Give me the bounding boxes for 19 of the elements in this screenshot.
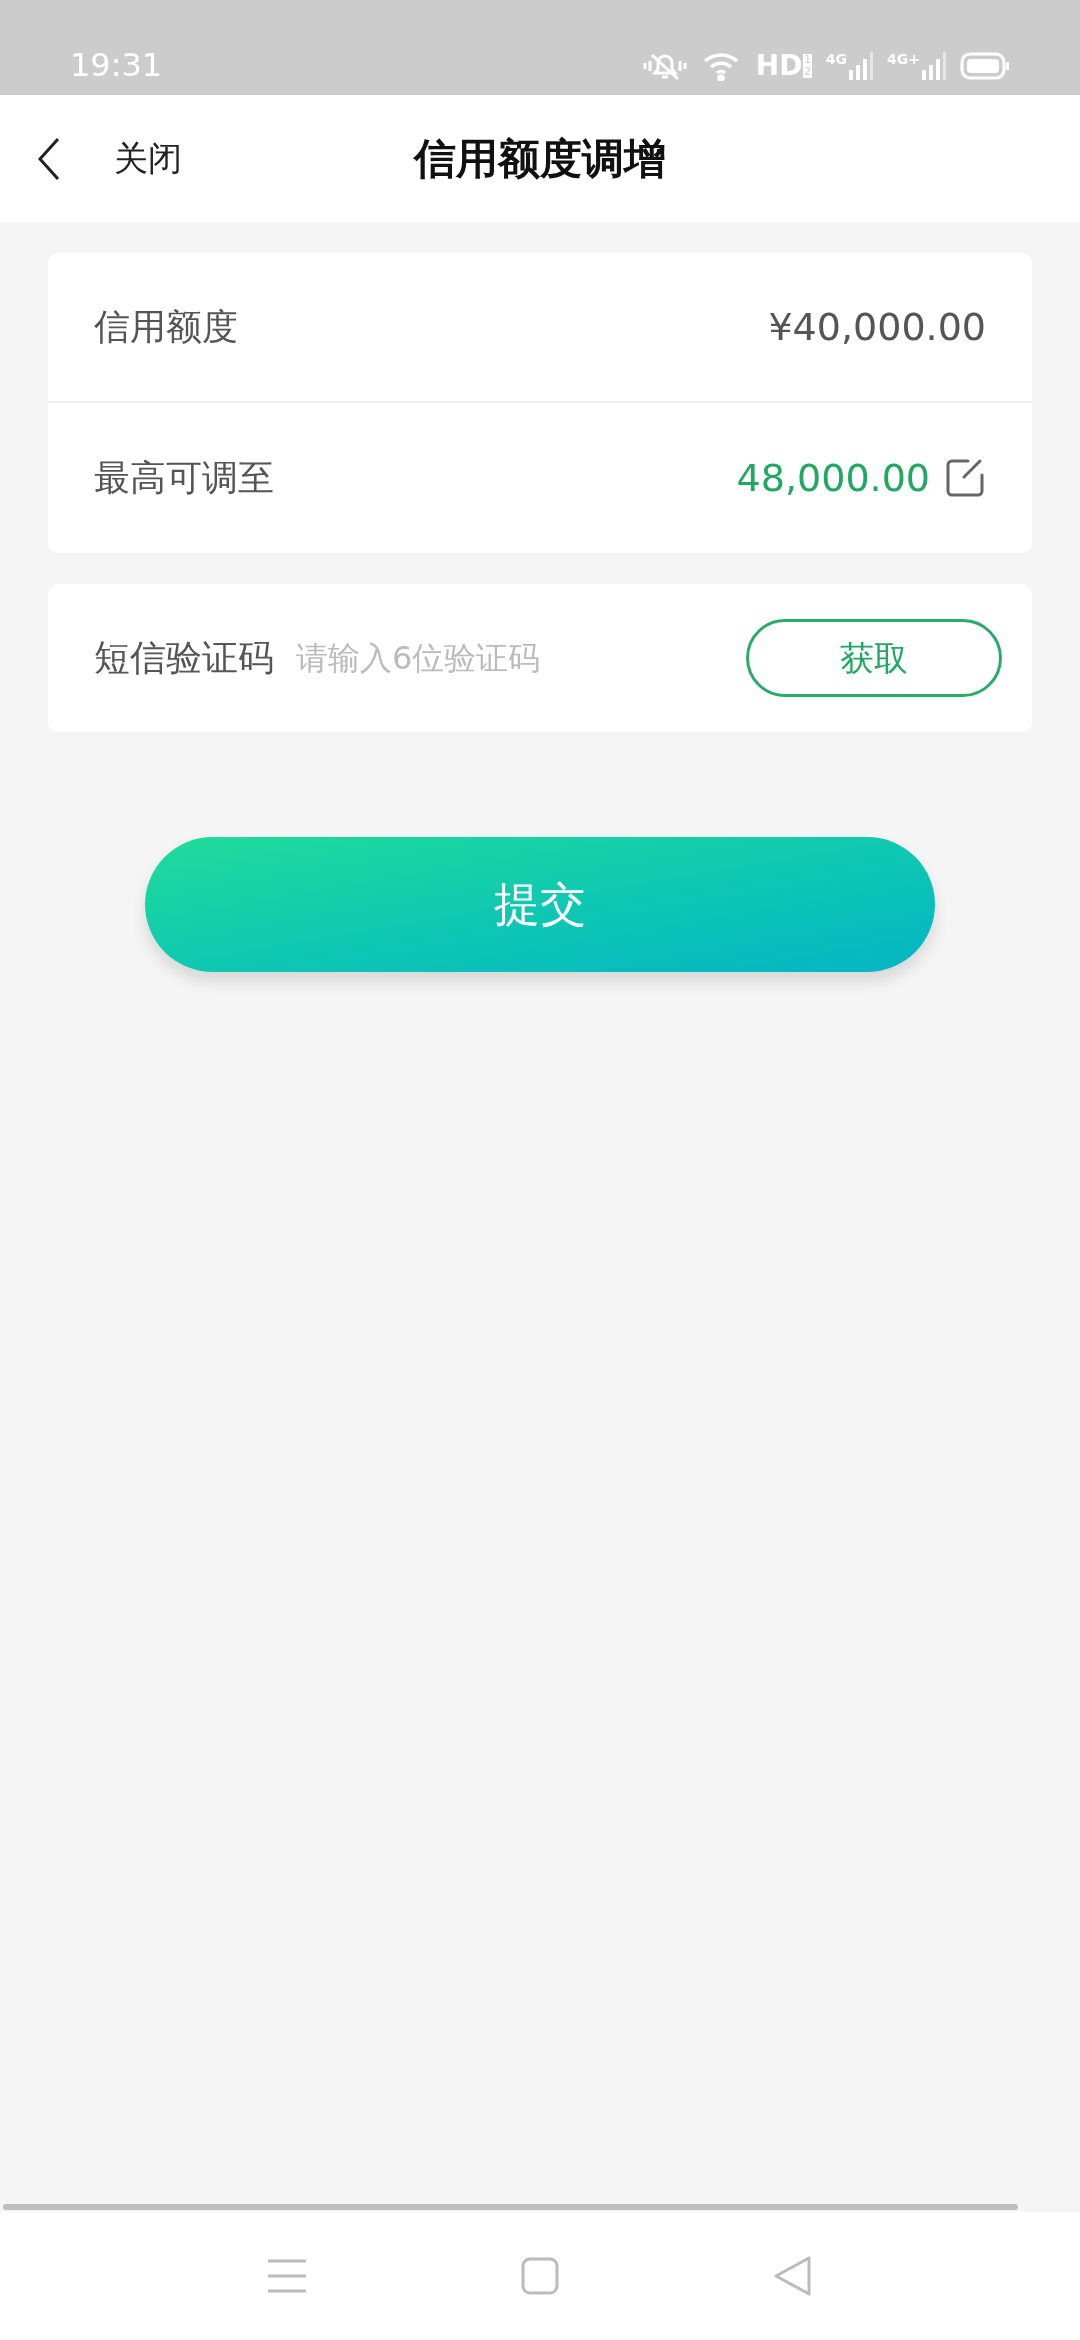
row-label: 最高可调至 (94, 456, 274, 500)
menu-icon[interactable] (267, 2258, 306, 2294)
row-label: 信用额度 (94, 305, 238, 349)
back-chevron-icon (36, 136, 62, 181)
home-square-icon[interactable] (521, 2257, 559, 2295)
signal-icon (922, 52, 946, 80)
bell-off-icon (641, 51, 688, 81)
page-title: 信用额度调增 (414, 133, 666, 185)
code-input-field[interactable]: 请输入6位验证码 (296, 634, 724, 682)
back-triangle-icon[interactable] (774, 2256, 813, 2296)
get-code-button[interactable]: 获取 (746, 619, 1002, 697)
edit-icon[interactable] (944, 457, 986, 499)
sms-label: 短信验证码 (94, 636, 274, 680)
signal-icon (849, 52, 874, 80)
amount-value: 48,000.00 (736, 454, 930, 502)
back-button[interactable]: 关闭 (0, 133, 182, 184)
battery-icon (960, 52, 1010, 80)
submit-button[interactable]: 提交 (145, 837, 935, 972)
amount-value: ¥40,000.00 (768, 303, 986, 351)
